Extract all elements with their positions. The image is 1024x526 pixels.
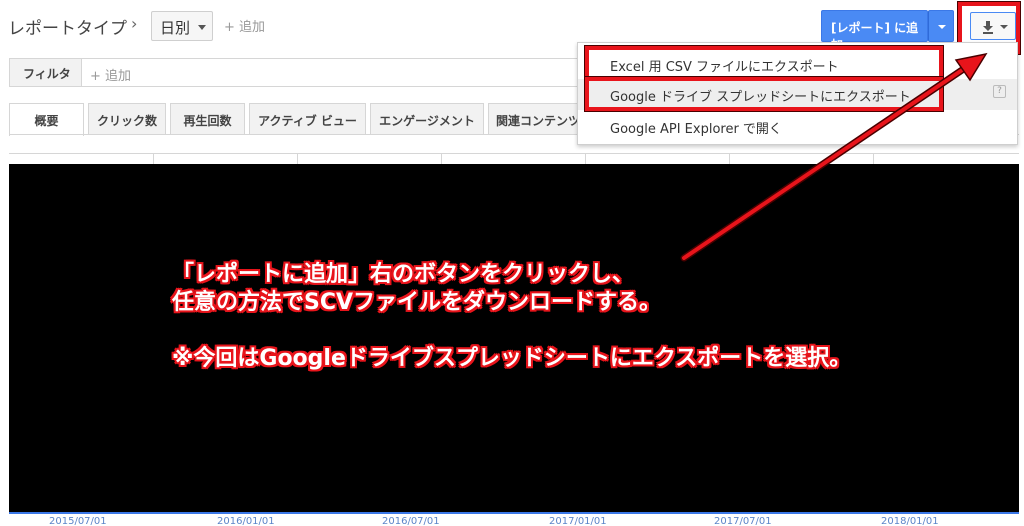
annotation-arrow-icon [680,52,988,262]
